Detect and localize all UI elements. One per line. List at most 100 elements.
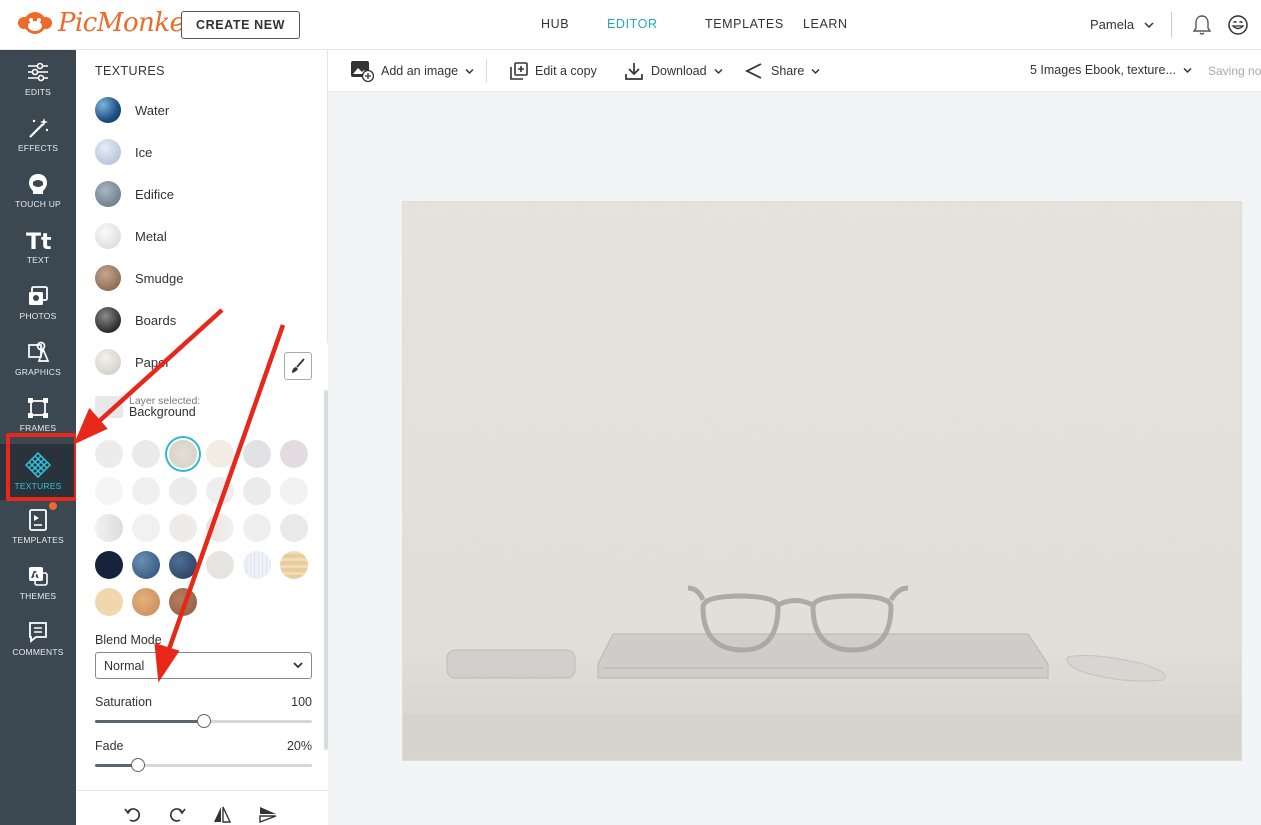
texture-label: Edifice (135, 186, 175, 202)
template-icon (29, 509, 47, 531)
fade-track[interactable] (95, 758, 312, 772)
face-icon (29, 174, 47, 194)
editor-toolbar: Add an image Edit a copy Download Share … (328, 50, 1261, 92)
texture-swatch[interactable] (95, 514, 123, 542)
rail-item-graphics[interactable]: GRAPHICS (0, 332, 76, 388)
blend-mode-select[interactable]: Normal (95, 652, 312, 679)
rail-item-templates[interactable]: TEMPLATES (0, 500, 76, 556)
editor-artboard[interactable] (402, 201, 1242, 761)
texture-swatch[interactable] (280, 440, 308, 468)
texture-swatch[interactable] (206, 477, 234, 505)
rail-item-text[interactable]: Tt TEXT (0, 220, 76, 276)
frame-icon (28, 398, 48, 418)
texture-item-paper[interactable]: Paper (95, 347, 315, 377)
nav-templates[interactable]: TEMPLATES (705, 17, 784, 31)
texture-swatch[interactable] (243, 477, 271, 505)
rail-item-touch-up[interactable]: TOUCH UP (0, 164, 76, 220)
user-menu[interactable]: Pamela (1090, 17, 1154, 32)
texture-swatch[interactable] (243, 551, 271, 579)
texture-swatch[interactable] (95, 588, 123, 616)
edit-copy-button[interactable]: Edit a copy (510, 50, 597, 92)
texture-item-metal[interactable]: Metal (95, 221, 315, 251)
texture-swatch[interactable] (206, 514, 234, 542)
add-image-icon (351, 61, 374, 82)
texture-swatch[interactable] (132, 551, 160, 579)
nav-hub[interactable]: HUB (541, 17, 569, 31)
texture-swatch[interactable] (132, 440, 160, 468)
layer-selected[interactable]: Layer selected: Background (95, 393, 315, 421)
saturation-track[interactable] (95, 714, 312, 728)
texture-swatch[interactable] (132, 477, 160, 505)
rail-item-photos[interactable]: PHOTOS (0, 276, 76, 332)
chevron-down-icon (465, 68, 474, 74)
texture-swatch[interactable] (169, 551, 197, 579)
texture-thumbnail (95, 349, 121, 375)
texture-item-smudge[interactable]: Smudge (95, 263, 315, 293)
layer-thumbnail (95, 396, 123, 418)
picmonkey-logo[interactable]: PicMonkey (18, 8, 199, 38)
share-button[interactable]: Share (744, 50, 820, 92)
nav-learn[interactable]: LEARN (803, 17, 848, 31)
texture-item-boards[interactable]: Boards (95, 305, 315, 335)
rail-label: THEMES (19, 591, 57, 601)
smiley-icon[interactable] (1227, 14, 1249, 36)
texture-swatch[interactable] (243, 514, 271, 542)
texture-swatch[interactable] (169, 588, 197, 616)
texture-item-water[interactable]: Water (95, 95, 315, 125)
texture-swatch[interactable] (280, 477, 308, 505)
rail-label: TEMPLATES (12, 535, 64, 545)
flip-vertical-icon[interactable] (258, 805, 278, 823)
canvas-area (328, 92, 1261, 825)
texture-swatch-selected[interactable] (169, 440, 197, 468)
nav-editor[interactable]: EDITOR (607, 17, 658, 31)
share-icon (744, 63, 762, 79)
rail-item-themes[interactable]: A THEMES (0, 556, 76, 612)
texture-item-ice[interactable]: Ice (95, 137, 315, 167)
add-image-button[interactable]: Add an image (350, 50, 474, 92)
rail-label: TEXT (26, 255, 50, 265)
themes-icon: A (29, 567, 48, 586)
rail-item-effects[interactable]: EFFECTS (0, 108, 76, 164)
create-new-button[interactable]: CREATE NEW (181, 11, 300, 39)
canvas-image (403, 202, 1241, 760)
user-name: Pamela (1090, 17, 1135, 32)
rotate-right-icon[interactable] (168, 805, 186, 823)
rail-label: COMMENTS (12, 647, 64, 657)
rail-item-comments[interactable]: COMMENTS (0, 612, 76, 668)
texture-swatch[interactable] (132, 514, 160, 542)
bell-icon[interactable] (1192, 14, 1212, 36)
texture-swatch[interactable] (206, 440, 234, 468)
text-icon: Tt (26, 230, 51, 252)
sliders-icon (28, 62, 48, 82)
brand-name: PicMonkey (58, 8, 199, 38)
chevron-down-icon (1144, 22, 1154, 29)
texture-thumbnail (95, 139, 121, 165)
add-image-label: Add an image (381, 64, 459, 78)
comment-icon (29, 622, 47, 643)
saturation-handle[interactable] (196, 714, 211, 728)
texture-swatch[interactable] (206, 551, 234, 579)
texture-swatch[interactable] (169, 477, 197, 505)
rail-label: FRAMES (19, 423, 57, 433)
texture-thumbnail (95, 307, 121, 333)
texture-swatch[interactable] (280, 551, 308, 579)
texture-swatch[interactable] (132, 588, 160, 616)
download-label: Download (651, 64, 707, 78)
magic-wand-icon (29, 118, 49, 138)
rotate-left-icon[interactable] (124, 805, 142, 823)
paintbrush-button[interactable] (284, 352, 312, 380)
download-button[interactable]: Download (624, 50, 723, 92)
texture-swatch[interactable] (95, 551, 123, 579)
saturation-slider: Saturation 100 (95, 695, 312, 728)
flip-horizontal-icon[interactable] (212, 805, 232, 823)
fade-handle[interactable] (131, 758, 146, 772)
texture-swatch[interactable] (280, 514, 308, 542)
fade-slider: Fade 20% (95, 739, 312, 772)
texture-swatch[interactable] (243, 440, 271, 468)
texture-swatch[interactable] (95, 477, 123, 505)
document-title-menu[interactable]: 5 Images Ebook, texture... (1030, 63, 1192, 77)
texture-swatch[interactable] (169, 514, 197, 542)
rail-item-edits[interactable]: EDITS (0, 52, 76, 108)
texture-swatch[interactable] (95, 440, 123, 468)
texture-item-edifice[interactable]: Edifice (95, 179, 315, 209)
